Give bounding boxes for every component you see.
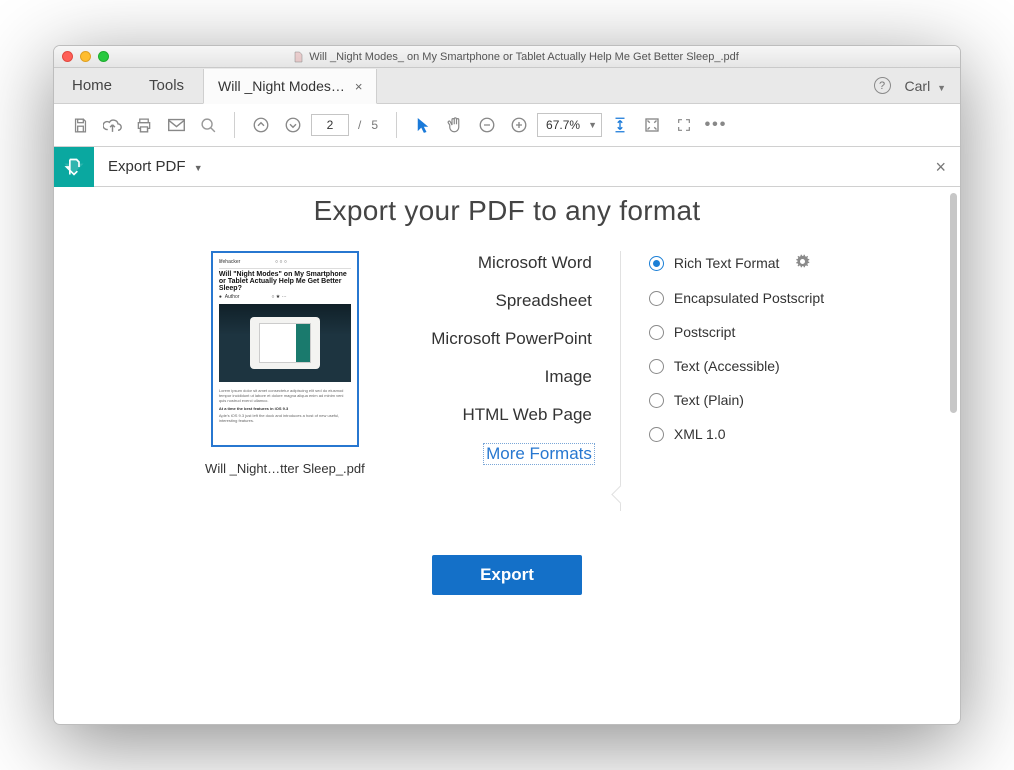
user-menu[interactable]: Carl ▼ xyxy=(905,78,946,94)
category-spreadsheet[interactable]: Spreadsheet xyxy=(495,291,591,311)
export-pdf-badge-icon xyxy=(54,147,94,187)
thumbnail-column: lifehacker ○ ○ ○ Will "Night Modes" on M… xyxy=(190,251,380,476)
close-panel-icon[interactable]: × xyxy=(935,157,946,178)
radio-icon xyxy=(649,325,664,340)
export-button[interactable]: Export xyxy=(432,555,582,595)
option-rtf[interactable]: Rich Text Format xyxy=(649,254,824,272)
option-postscript[interactable]: Postscript xyxy=(649,324,824,340)
category-more-formats[interactable]: More Formats xyxy=(483,443,595,465)
tab-bar: Home Tools Will _Night Modes… × ? Carl ▼ xyxy=(54,68,960,104)
option-label: Text (Plain) xyxy=(674,392,744,408)
chevron-down-icon: ▼ xyxy=(937,83,946,93)
minimize-window-button[interactable] xyxy=(80,51,91,62)
zoom-value: 67.7% xyxy=(546,118,580,132)
panel-heading: Export your PDF to any format xyxy=(314,195,701,227)
option-label: Text (Accessible) xyxy=(674,358,780,374)
tab-home[interactable]: Home xyxy=(54,68,131,103)
category-column: Microsoft Word Spreadsheet Microsoft Pow… xyxy=(380,251,620,465)
chevron-down-icon: ▼ xyxy=(588,120,597,130)
help-icon[interactable]: ? xyxy=(874,77,891,94)
user-name: Carl xyxy=(905,78,931,94)
print-icon[interactable] xyxy=(130,111,158,139)
zoom-in-icon[interactable] xyxy=(505,111,533,139)
page-up-icon[interactable] xyxy=(247,111,275,139)
option-eps[interactable]: Encapsulated Postscript xyxy=(649,290,824,306)
fit-width-icon[interactable] xyxy=(606,111,634,139)
zoom-out-icon[interactable] xyxy=(473,111,501,139)
page-separator: / xyxy=(358,118,361,132)
radio-icon xyxy=(649,393,664,408)
select-tool-icon[interactable] xyxy=(409,111,437,139)
page-total: 5 xyxy=(371,118,378,132)
option-label: XML 1.0 xyxy=(674,426,726,442)
category-word[interactable]: Microsoft Word xyxy=(478,253,592,273)
window-controls xyxy=(62,51,109,62)
page-number-input[interactable] xyxy=(311,114,349,136)
radio-icon xyxy=(649,256,664,271)
hand-tool-icon[interactable] xyxy=(441,111,469,139)
option-label: Rich Text Format xyxy=(674,255,780,271)
chevron-down-icon: ▼ xyxy=(194,163,203,173)
mail-icon[interactable] xyxy=(162,111,190,139)
fullscreen-icon[interactable] xyxy=(670,111,698,139)
zoom-dropdown[interactable]: 67.7% ▼ xyxy=(537,113,602,137)
export-panel: Export your PDF to any format lifehacker… xyxy=(54,187,960,724)
page-down-icon[interactable] xyxy=(279,111,307,139)
tab-close-icon[interactable]: × xyxy=(355,79,363,94)
options-column: Rich Text Format Encapsulated Postscript… xyxy=(621,251,824,442)
cloud-upload-icon[interactable] xyxy=(98,111,126,139)
document-thumbnail[interactable]: lifehacker ○ ○ ○ Will "Night Modes" on M… xyxy=(211,251,359,447)
close-window-button[interactable] xyxy=(62,51,73,62)
option-label: Postscript xyxy=(674,324,735,340)
radio-icon xyxy=(649,427,664,442)
pdf-file-icon xyxy=(292,51,304,63)
radio-icon xyxy=(649,359,664,374)
scrollbar[interactable] xyxy=(950,193,957,413)
option-label: Encapsulated Postscript xyxy=(674,290,824,306)
export-mode-dropdown[interactable]: Export PDF ▼ xyxy=(108,158,203,175)
tab-document-label: Will _Night Modes… xyxy=(218,78,345,94)
app-window: Will _Night Modes_ on My Smartphone or T… xyxy=(53,45,961,725)
option-xml[interactable]: XML 1.0 xyxy=(649,426,824,442)
thumb-headline: Will "Night Modes" on My Smartphone or T… xyxy=(219,268,351,292)
category-html[interactable]: HTML Web Page xyxy=(462,405,591,425)
option-text-plain[interactable]: Text (Plain) xyxy=(649,392,824,408)
title-bar: Will _Night Modes_ on My Smartphone or T… xyxy=(54,46,960,68)
export-bar: Export PDF ▼ × xyxy=(54,147,960,187)
window-title-text: Will _Night Modes_ on My Smartphone or T… xyxy=(309,51,739,63)
search-icon[interactable] xyxy=(194,111,222,139)
export-mode-label: Export PDF xyxy=(108,158,186,175)
radio-icon xyxy=(649,291,664,306)
zoom-window-button[interactable] xyxy=(98,51,109,62)
save-icon[interactable] xyxy=(66,111,94,139)
fit-page-icon[interactable] xyxy=(638,111,666,139)
column-divider xyxy=(620,251,621,511)
toolbar: / 5 67.7% ▼ ••• xyxy=(54,104,960,147)
tab-tools[interactable]: Tools xyxy=(131,68,203,103)
category-powerpoint[interactable]: Microsoft PowerPoint xyxy=(431,329,592,349)
window-title: Will _Night Modes_ on My Smartphone or T… xyxy=(119,51,912,63)
category-image[interactable]: Image xyxy=(545,367,592,387)
option-text-accessible[interactable]: Text (Accessible) xyxy=(649,358,824,374)
gear-icon[interactable] xyxy=(795,254,810,272)
thumbnail-caption: Will _Night…tter Sleep_.pdf xyxy=(205,461,365,476)
tab-document[interactable]: Will _Night Modes… × xyxy=(203,69,377,104)
more-icon[interactable]: ••• xyxy=(702,111,730,139)
